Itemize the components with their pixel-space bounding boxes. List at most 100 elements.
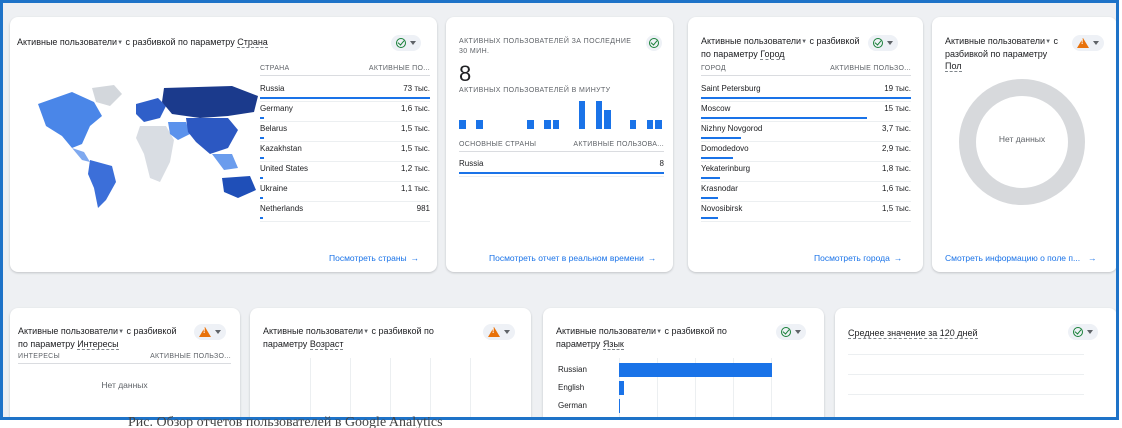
table-row[interactable]: United States 1,2 тыс.	[260, 162, 430, 182]
table-row[interactable]: Russia 8	[459, 157, 664, 177]
language-bar[interactable]	[619, 381, 624, 395]
row-label: Belarus	[260, 124, 288, 133]
table-row[interactable]: Nizhny Novgorod 3,7 тыс.	[701, 122, 911, 142]
table-row[interactable]: Novosibirsk 1,5 тыс.	[701, 202, 911, 222]
table-row[interactable]: Ukraine 1,1 тыс.	[260, 182, 430, 202]
status-chip[interactable]	[391, 35, 421, 51]
row-value: 1,1 тыс.	[401, 184, 430, 193]
minute-bar[interactable]	[655, 119, 662, 129]
column-header-active-users[interactable]: АКТИВНЫЕ ПОЛЬЗОВА...	[573, 141, 664, 148]
dimension-selector[interactable]: Язык	[602, 339, 624, 350]
view-countries-link[interactable]: Посмотреть страны →	[329, 253, 419, 263]
language-bar[interactable]	[619, 363, 772, 377]
share-bar	[260, 157, 264, 159]
map-south-america	[88, 160, 116, 208]
minute-bar[interactable]	[476, 119, 483, 129]
column-header-city[interactable]: ГОРОД	[701, 65, 726, 72]
status-chip[interactable]	[646, 35, 662, 51]
dimension-selector[interactable]: Страна	[237, 37, 268, 48]
row-value: 1,8 тыс.	[882, 164, 911, 173]
minute-bar[interactable]	[459, 119, 466, 129]
minute-bar[interactable]	[646, 119, 654, 129]
arrow-right-icon: →	[893, 253, 903, 263]
dimension-selector[interactable]: Интересы	[77, 339, 119, 350]
realtime-table-header: ОСНОВНЫЕ СТРАНЫ АКТИВНЫЕ ПОЛЬЗОВА...	[459, 141, 664, 152]
column-header-active-users[interactable]: АКТИВНЫЕ ПОЛЬЗО...	[150, 353, 231, 360]
status-chip[interactable]	[194, 324, 226, 340]
avg-120-card-title[interactable]: Среднее значение за 120 дней	[848, 327, 978, 339]
row-value: 15 тыс.	[884, 104, 911, 113]
row-value: 1,2 тыс.	[401, 164, 430, 173]
table-row[interactable]: Moscow 15 тыс.	[701, 102, 911, 122]
minute-bar[interactable]	[544, 119, 551, 129]
column-header-country[interactable]: СТРАНА	[260, 65, 290, 72]
table-row[interactable]: Saint Petersburg 19 тыс.	[701, 82, 911, 102]
dimension-selector[interactable]: Пол	[945, 61, 962, 72]
dimension-selector[interactable]: Возраст	[309, 339, 344, 350]
avg-chart-grid	[848, 354, 1084, 414]
realtime-title: АКТИВНЫХ ПОЛЬЗОВАТЕЛЕЙ ЗА ПОСЛЕДНИЕ 30 МИ…	[459, 38, 632, 55]
age-card-title: Активные пользователи▼ с разбивкой по пар…	[263, 326, 434, 350]
status-chip[interactable]	[868, 35, 898, 51]
metric-selector[interactable]: Активные пользователи▼	[701, 36, 807, 46]
table-row[interactable]: Domodedovo 2,9 тыс.	[701, 142, 911, 162]
arrow-right-icon: →	[647, 253, 657, 263]
table-row[interactable]: Germany 1,6 тыс.	[260, 102, 430, 122]
metric-selector[interactable]: Активные пользователи▼	[945, 36, 1051, 46]
column-header-active-users[interactable]: АКТИВНЫЕ ПО...	[369, 65, 430, 72]
column-header-active-users[interactable]: АКТИВНЫЕ ПОЛЬЗО...	[830, 65, 911, 72]
share-bar	[260, 197, 263, 199]
table-row[interactable]: Kazakhstan 1,5 тыс.	[260, 142, 430, 162]
metric-selector[interactable]: Активные пользователи▼	[263, 326, 369, 336]
status-chip[interactable]	[776, 324, 806, 340]
world-map[interactable]	[32, 82, 264, 212]
column-header-interests[interactable]: ИНТЕРЕСЫ	[18, 353, 60, 360]
metric-selector[interactable]: Активные пользователи▼	[18, 326, 124, 336]
table-row[interactable]: Netherlands 981	[260, 202, 430, 222]
chevron-down-icon	[795, 330, 801, 334]
language-bar-chart[interactable]: Russian English German Ukrain...	[556, 363, 816, 420]
column-header-top-countries[interactable]: ОСНОВНЫЕ СТРАНЫ	[459, 141, 536, 148]
minute-bar[interactable]	[552, 119, 560, 129]
chevron-down-icon	[887, 41, 893, 45]
row-label: Ukraine	[260, 184, 288, 193]
warning-icon	[199, 327, 211, 337]
metric-selector[interactable]: Активные пользователи▼	[17, 37, 123, 47]
language-bar[interactable]	[619, 417, 620, 420]
language-card-title: Активные пользователи▼ с разбивкой по пар…	[556, 326, 727, 350]
minute-bar[interactable]	[578, 101, 586, 129]
view-cities-link[interactable]: Посмотреть города →	[814, 253, 902, 263]
minute-bar[interactable]	[595, 101, 603, 129]
language-bar[interactable]	[619, 399, 620, 413]
share-bar	[260, 137, 264, 139]
minute-bar[interactable]	[629, 119, 637, 129]
row-value: 1,5 тыс.	[401, 124, 430, 133]
table-row[interactable]: Yekaterinburg 1,8 тыс.	[701, 162, 911, 182]
row-value: 1,5 тыс.	[882, 204, 911, 213]
map-russia	[162, 86, 258, 118]
view-gender-link[interactable]: Смотреть информацию о поле п... →	[945, 253, 1097, 263]
city-card: Активные пользователи▼ с разбивкой по пар…	[688, 17, 923, 272]
country-table-header: СТРАНА АКТИВНЫЕ ПО...	[260, 65, 430, 76]
share-bar	[701, 97, 911, 99]
status-chip[interactable]	[483, 324, 515, 340]
share-bar	[260, 117, 264, 119]
metric-selector[interactable]: Активные пользователи▼	[556, 326, 662, 336]
dimension-selector[interactable]: Город	[760, 49, 785, 60]
category-label: Ukrain...	[558, 419, 588, 420]
share-bar	[701, 197, 718, 199]
minute-bar[interactable]	[527, 119, 534, 129]
minute-bar[interactable]	[604, 110, 611, 129]
table-row[interactable]: Russia 73 тыс.	[260, 82, 430, 102]
status-chip[interactable]	[1068, 324, 1098, 340]
status-chip[interactable]	[1072, 35, 1104, 51]
share-bar	[701, 137, 741, 139]
row-value: 1,6 тыс.	[401, 104, 430, 113]
row-value: 1,5 тыс.	[401, 144, 430, 153]
per-minute-chart[interactable]	[459, 99, 664, 129]
table-row[interactable]: Belarus 1,5 тыс.	[260, 122, 430, 142]
gender-card-title: Активные пользователи▼ с разбивкой по пар…	[945, 36, 1059, 72]
view-realtime-link[interactable]: Посмотреть отчет в реальном времени →	[489, 253, 656, 263]
chevron-down-icon	[504, 330, 510, 334]
table-row[interactable]: Krasnodar 1,6 тыс.	[701, 182, 911, 202]
